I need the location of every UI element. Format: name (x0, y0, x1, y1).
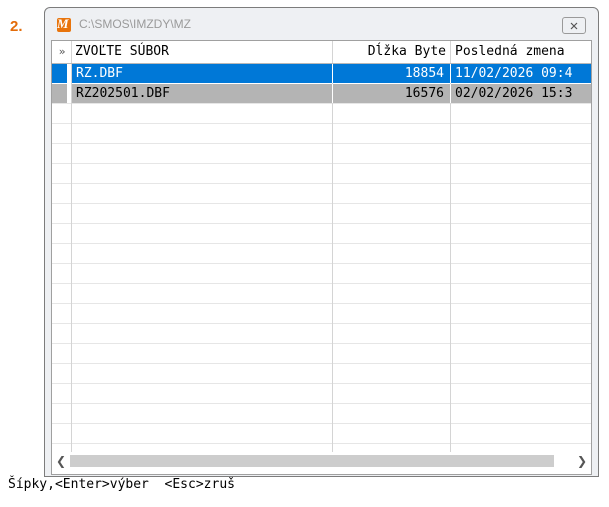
column-header-modified[interactable]: Posledná zmena (455, 41, 592, 63)
file-chooser-window: M C:\SMOS\IMZDY\MZ » ZVOĽTE SÚBOR Dĺžka … (44, 7, 599, 477)
file-size-cell: 16576 (404, 86, 444, 101)
file-name-cell: RZ.DBF (76, 66, 123, 81)
table-row[interactable]: RZ202501.DBF 16576 02/02/2026 15:3 (52, 84, 591, 103)
grid-line (52, 183, 591, 184)
column-divider (332, 41, 333, 63)
close-icon (570, 22, 578, 29)
file-name-cell: RZ202501.DBF (76, 86, 170, 101)
close-button[interactable] (562, 17, 586, 34)
grid-line (52, 243, 591, 244)
table-row[interactable]: RZ.DBF 18854 11/02/2026 09:4 (52, 64, 591, 83)
grid-line (52, 263, 591, 264)
grid-line (52, 223, 591, 224)
grid-line (52, 283, 591, 284)
column-marker-header[interactable]: » (54, 41, 70, 63)
file-size-cell: 18854 (404, 66, 444, 81)
grid-line (52, 383, 591, 384)
column-divider (71, 41, 72, 63)
grid-line (52, 303, 591, 304)
grid-line (52, 143, 591, 144)
file-modified-cell: 02/02/2026 15:3 (455, 86, 573, 101)
grid-body: RZ.DBF 18854 11/02/2026 09:4 RZ202501.DB… (52, 64, 591, 452)
file-grid: » ZVOĽTE SÚBOR Dĺžka Byte Posledná zmena… (51, 40, 592, 475)
column-divider (450, 41, 451, 63)
grid-line (52, 443, 591, 444)
grid-line (52, 103, 591, 104)
horizontal-scrollbar[interactable]: ❮ ❯ (52, 452, 591, 470)
scroll-left-icon[interactable]: ❮ (52, 452, 70, 470)
grid-line (52, 343, 591, 344)
grid-header: » ZVOĽTE SÚBOR Dĺžka Byte Posledná zmena (52, 41, 591, 64)
grid-line (52, 403, 591, 404)
title-bar[interactable]: M C:\SMOS\IMZDY\MZ (45, 8, 598, 40)
app-logo-icon: M (57, 16, 71, 32)
window-title: C:\SMOS\IMZDY\MZ (79, 17, 191, 31)
grid-line (52, 423, 591, 424)
scroll-right-icon[interactable]: ❯ (573, 452, 591, 470)
grid-line (52, 323, 591, 324)
grid-line (52, 203, 591, 204)
scrollbar-thumb[interactable] (70, 455, 554, 467)
status-bar: Šípky,<Enter>výber <Esc>zruš (8, 477, 235, 492)
grid-line (52, 123, 591, 124)
grid-line (52, 363, 591, 364)
grid-line (52, 163, 591, 164)
file-modified-cell: 11/02/2026 09:4 (455, 66, 573, 81)
column-header-size[interactable]: Dĺžka Byte (336, 41, 446, 63)
column-header-name[interactable]: ZVOĽTE SÚBOR (75, 41, 325, 63)
step-label: 2. (10, 18, 23, 35)
